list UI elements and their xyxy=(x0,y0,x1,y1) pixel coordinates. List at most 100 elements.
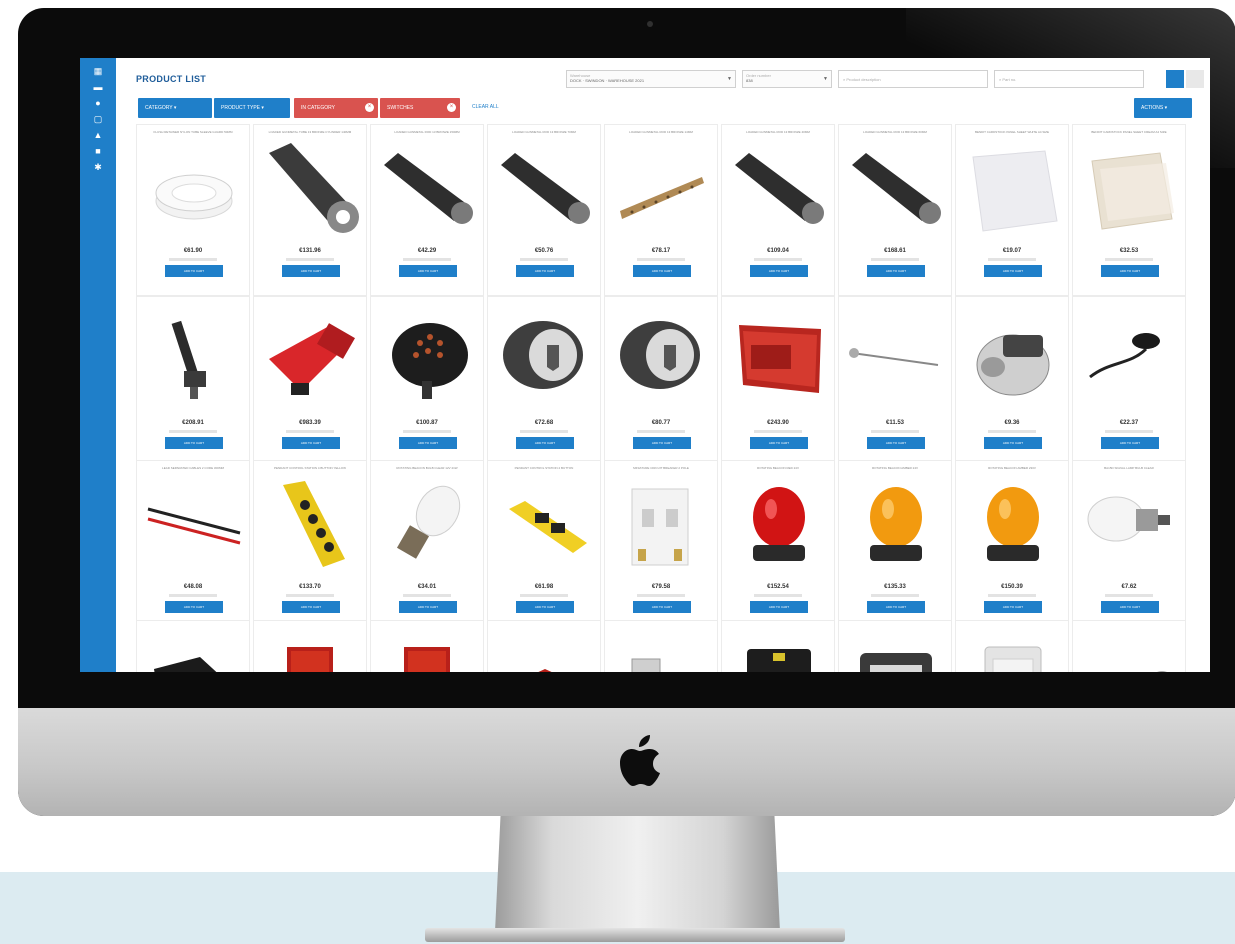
product-card[interactable]: ROTATING BEACON AMBER 230V €150.39 ADD TO … xyxy=(955,460,1069,632)
add-to-cart-button[interactable]: ADD TO CART xyxy=(633,601,691,613)
product-image[interactable] xyxy=(378,479,478,575)
product-image[interactable] xyxy=(495,143,595,239)
product-card[interactable]: €80.77 ADD TO CART xyxy=(604,296,718,468)
product-card[interactable]: LOADED GUNMETAL TUBE 13 BRONZE CYLINDER … xyxy=(253,124,367,296)
add-to-cart-button[interactable]: ADD TO CART xyxy=(282,265,340,277)
product-image[interactable] xyxy=(612,639,712,672)
product-image[interactable] xyxy=(495,479,595,575)
product-card[interactable] xyxy=(838,620,952,672)
product-image[interactable] xyxy=(729,639,829,672)
add-to-cart-button[interactable]: ADD TO CART xyxy=(165,437,223,449)
product-image[interactable] xyxy=(1080,143,1180,239)
warehouse-select[interactable]: Warehouse DOCK · SWINDON · WAREHOUSE 202… xyxy=(566,70,736,88)
product-image[interactable] xyxy=(1080,639,1180,672)
product-image[interactable] xyxy=(1080,479,1180,575)
add-to-cart-button[interactable]: ADD TO CART xyxy=(399,265,457,277)
product-card[interactable] xyxy=(136,620,250,672)
add-to-cart-button[interactable]: ADD TO CART xyxy=(984,265,1042,277)
product-card[interactable]: €9.36 ADD TO CART xyxy=(955,296,1069,468)
product-image[interactable] xyxy=(846,639,946,672)
clear-all-link[interactable]: CLEAR ALL xyxy=(472,104,499,110)
product-image[interactable] xyxy=(729,479,829,575)
add-to-cart-button[interactable]: ADD TO CART xyxy=(165,601,223,613)
product-image[interactable] xyxy=(378,639,478,672)
product-type-filter-button[interactable]: PRODUCT TYPE ▾ xyxy=(214,98,290,118)
product-card[interactable] xyxy=(1072,620,1186,672)
product-image[interactable] xyxy=(1080,315,1180,411)
product-image[interactable] xyxy=(729,143,829,239)
product-card[interactable]: ROTATING BEACON AMBER 24V €135.33 ADD TO C… xyxy=(838,460,952,632)
product-card[interactable]: BA15D SIGNAL LAMP BULB CLEAR €7.62 ADD TO … xyxy=(1072,460,1186,632)
product-card[interactable]: LOADED GUNMETAL ROD 13 BRONZE 14MM €78.17… xyxy=(604,124,718,296)
product-image[interactable] xyxy=(612,315,712,411)
add-to-cart-button[interactable]: ADD TO CART xyxy=(633,437,691,449)
product-card[interactable]: MINIATURE CIRCUIT BREAKER 2 POLE €79.58 AD… xyxy=(604,460,718,632)
product-card[interactable]: €72.68 ADD TO CART xyxy=(487,296,601,468)
lock-icon[interactable]: ■ xyxy=(93,146,103,156)
product-image[interactable] xyxy=(495,639,595,672)
product-card[interactable]: BENDIT CARDSTOCK PANEL SHEET CREAM A4 SI… xyxy=(1072,124,1186,296)
add-to-cart-button[interactable]: ADD TO CART xyxy=(750,601,808,613)
product-card[interactable] xyxy=(955,620,1069,672)
product-image[interactable] xyxy=(378,315,478,411)
product-card[interactable]: €22.37 ADD TO CART xyxy=(1072,296,1186,468)
category-filter-button[interactable]: CATEGORY ▾ xyxy=(138,98,212,118)
product-image[interactable] xyxy=(144,315,244,411)
product-image[interactable] xyxy=(495,315,595,411)
product-image[interactable] xyxy=(144,639,244,672)
add-to-cart-button[interactable]: ADD TO CART xyxy=(516,601,574,613)
product-card[interactable]: LOADED GUNMETAL ROD 13 BRONZE 40MM €109.0… xyxy=(721,124,835,296)
add-to-cart-button[interactable]: ADD TO CART xyxy=(1101,437,1159,449)
grid-view-button[interactable] xyxy=(1166,70,1184,88)
active-filter-chip[interactable]: IN CATEGORY × xyxy=(294,98,378,118)
add-to-cart-button[interactable]: ADD TO CART xyxy=(516,265,574,277)
settings-icon[interactable]: ✱ xyxy=(93,162,103,172)
user-icon[interactable]: ● xyxy=(93,98,103,108)
product-image[interactable] xyxy=(612,143,712,239)
add-to-cart-button[interactable]: ADD TO CART xyxy=(399,601,457,613)
product-image[interactable] xyxy=(963,315,1063,411)
product-image[interactable] xyxy=(846,479,946,575)
cart-icon[interactable]: ▢ xyxy=(93,114,103,124)
product-card[interactable]: €208.91 ADD TO CART xyxy=(136,296,250,468)
add-to-cart-button[interactable]: ADD TO CART xyxy=(867,265,925,277)
product-image[interactable] xyxy=(261,639,361,672)
actions-button[interactable]: ACTIONS ▾ xyxy=(1134,98,1192,118)
product-image[interactable] xyxy=(261,479,361,575)
active-filter-chip[interactable]: SWITCHES × xyxy=(380,98,460,118)
list-view-button[interactable] xyxy=(1186,70,1204,88)
bell-icon[interactable]: ▲ xyxy=(93,130,103,140)
product-card[interactable]: €243.90 ADD TO CART xyxy=(721,296,835,468)
order-select[interactable]: Order number 838 ▼ xyxy=(742,70,832,88)
add-to-cart-button[interactable]: ADD TO CART xyxy=(984,437,1042,449)
product-card[interactable]: PENDANT CONTROL STATION 4 BUTTON YELLOW €… xyxy=(253,460,367,632)
product-card[interactable] xyxy=(487,620,601,672)
product-image[interactable] xyxy=(846,143,946,239)
product-image[interactable] xyxy=(963,143,1063,239)
product-image[interactable] xyxy=(261,315,361,411)
product-image[interactable] xyxy=(144,143,244,239)
add-to-cart-button[interactable]: ADD TO CART xyxy=(750,437,808,449)
product-card[interactable]: €100.87 ADD TO CART xyxy=(370,296,484,468)
product-card[interactable]: BENDIT CARDSTOCK PANEL SHEET WHITE A4 SI… xyxy=(955,124,1069,296)
product-card[interactable]: FLUSH RETAINER NYLON TUBE SLEEVE GUARD 5… xyxy=(136,124,250,296)
product-card[interactable]: LOADED GUNMETAL ROD 13 BRONZE 70MM €50.76… xyxy=(487,124,601,296)
add-to-cart-button[interactable]: ADD TO CART xyxy=(1101,265,1159,277)
product-image[interactable] xyxy=(846,315,946,411)
product-card[interactable] xyxy=(721,620,835,672)
part-search-input[interactable]: ⌕ Part no. xyxy=(994,70,1144,88)
product-card[interactable] xyxy=(604,620,718,672)
add-to-cart-button[interactable]: ADD TO CART xyxy=(516,437,574,449)
product-image[interactable] xyxy=(729,315,829,411)
product-card[interactable]: ROTATING BEACON BULB CLEAR 12V 21W €34.01… xyxy=(370,460,484,632)
product-card[interactable]: €983.39 ADD TO CART xyxy=(253,296,367,468)
add-to-cart-button[interactable]: ADD TO CART xyxy=(867,601,925,613)
folder-icon[interactable]: ▬ xyxy=(93,82,103,92)
product-image[interactable] xyxy=(144,479,244,575)
add-to-cart-button[interactable]: ADD TO CART xyxy=(1101,601,1159,613)
product-card[interactable]: LOADED GUNMETAL ROD 13 BRONZE 150MM €42.2… xyxy=(370,124,484,296)
add-to-cart-button[interactable]: ADD TO CART xyxy=(984,601,1042,613)
product-image[interactable] xyxy=(612,479,712,575)
add-to-cart-button[interactable]: ADD TO CART xyxy=(282,601,340,613)
product-card[interactable] xyxy=(370,620,484,672)
